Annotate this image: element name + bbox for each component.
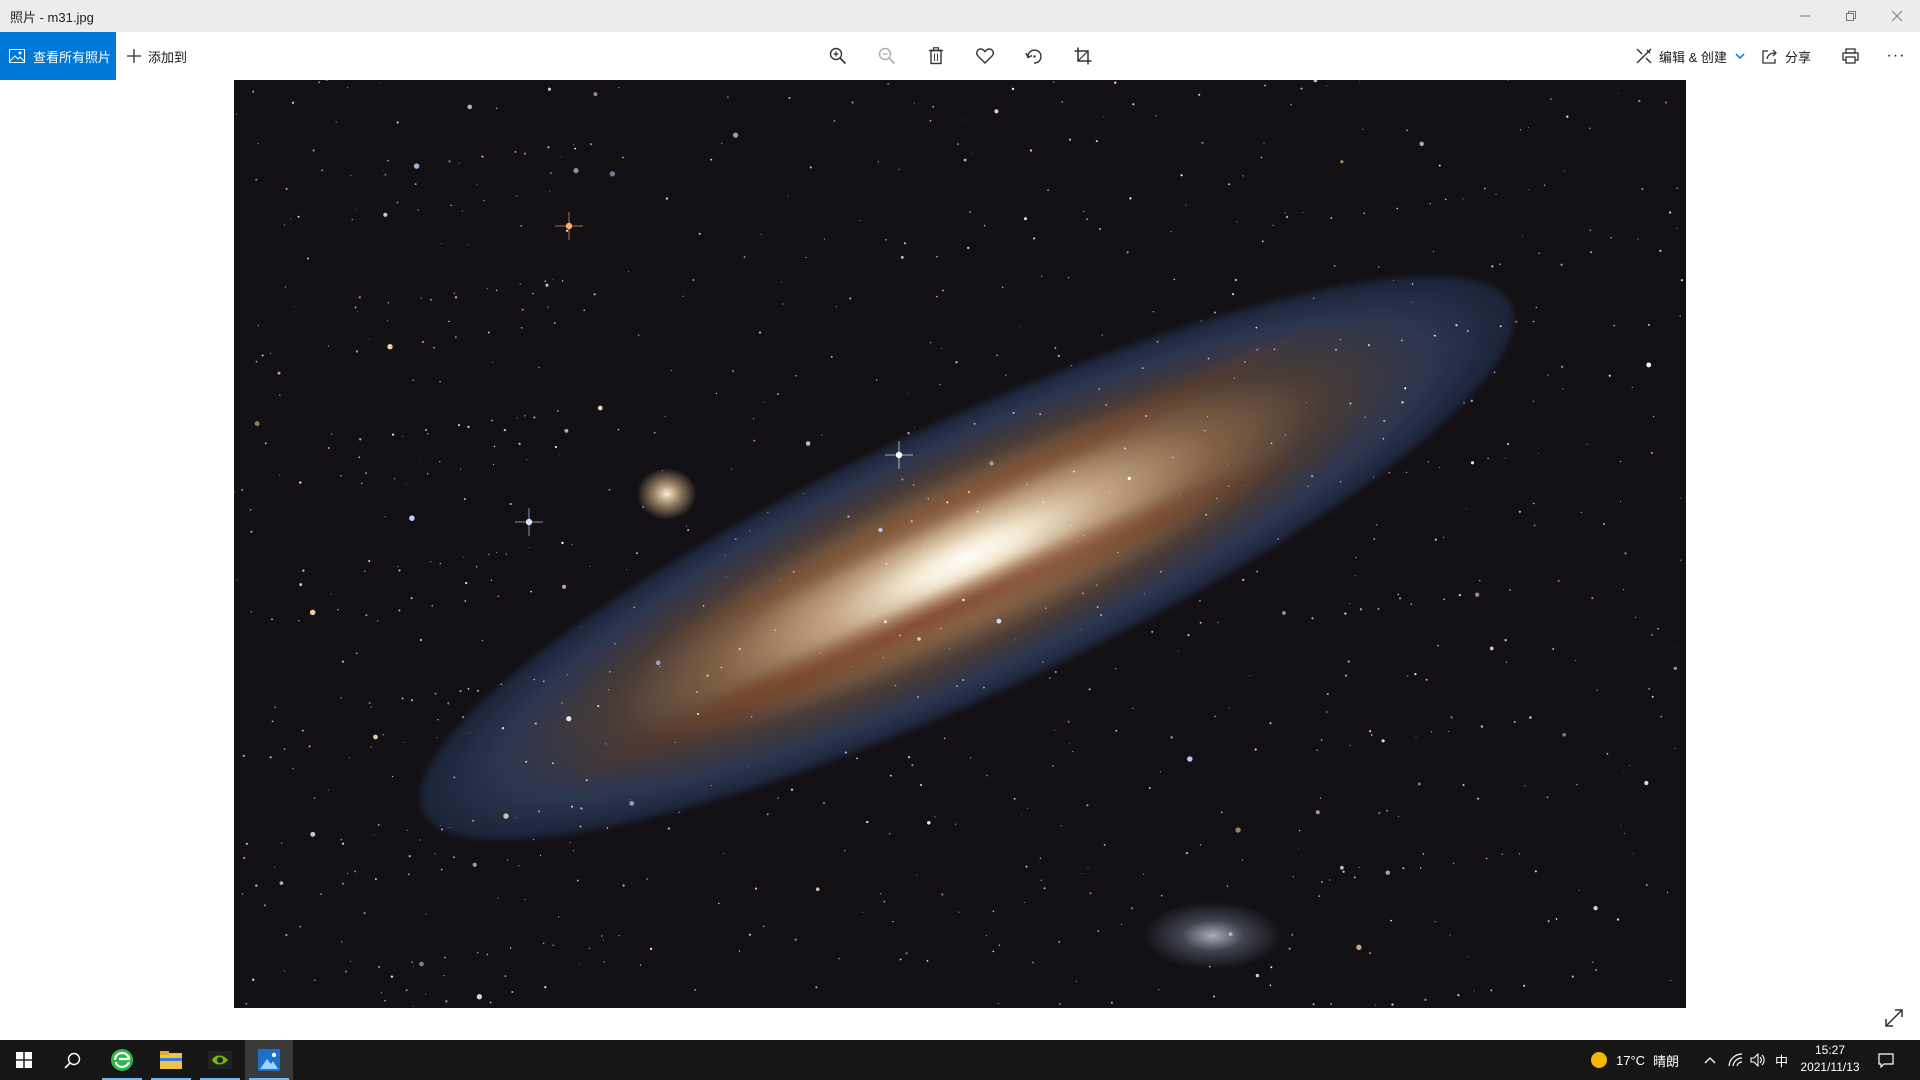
restore-icon bbox=[1846, 11, 1856, 21]
taskbar-browser[interactable] bbox=[98, 1040, 146, 1080]
add-to-label: 添加到 bbox=[148, 49, 188, 65]
clock-time: 15:27 bbox=[1814, 1043, 1846, 1057]
share-icon bbox=[1762, 49, 1777, 64]
weather-widget[interactable]: 17°C 晴朗 bbox=[1590, 1040, 1679, 1080]
wifi-icon bbox=[1728, 1053, 1743, 1067]
plus-icon bbox=[127, 49, 141, 63]
image-tools bbox=[813, 32, 1107, 80]
speaker-icon bbox=[1750, 1053, 1765, 1067]
network-button[interactable] bbox=[1728, 1040, 1744, 1080]
zoom-in-button[interactable] bbox=[813, 32, 862, 80]
close-icon bbox=[1892, 11, 1902, 21]
notification-icon bbox=[1878, 1052, 1894, 1068]
taskbar-search-button[interactable] bbox=[48, 1040, 96, 1080]
share-label: 分享 bbox=[1785, 49, 1812, 65]
photos-icon bbox=[258, 1049, 280, 1071]
print-icon bbox=[1841, 48, 1859, 64]
edit-create-icon bbox=[1636, 48, 1652, 64]
zoom-in-icon bbox=[829, 47, 846, 65]
weather-desc: 晴朗 bbox=[1653, 1053, 1680, 1069]
taskbar-file-explorer[interactable] bbox=[147, 1040, 195, 1080]
chevron-down-icon bbox=[1735, 53, 1745, 59]
photo-icon bbox=[9, 49, 25, 63]
start-button[interactable] bbox=[0, 1040, 48, 1080]
view-all-photos-label: 查看所有照片 bbox=[33, 49, 112, 65]
clock[interactable]: 15:27 2021/11/13 bbox=[1790, 1042, 1870, 1076]
minimize-icon bbox=[1800, 15, 1810, 17]
zoom-out-button[interactable] bbox=[862, 32, 911, 80]
crop-button[interactable] bbox=[1058, 32, 1107, 80]
action-center-button[interactable] bbox=[1878, 1040, 1894, 1080]
ime-indicator: 中 bbox=[1775, 1053, 1789, 1069]
edit-create-label: 编辑 & 创建 bbox=[1659, 49, 1727, 65]
favorite-button[interactable] bbox=[960, 32, 1009, 80]
rotate-icon bbox=[1024, 49, 1042, 64]
crop-icon bbox=[1074, 47, 1091, 65]
expand-icon bbox=[1885, 1009, 1903, 1027]
view-all-photos-button[interactable]: 查看所有照片 bbox=[0, 32, 116, 80]
fullscreen-button[interactable] bbox=[1880, 1004, 1908, 1032]
photo-viewer-image[interactable] bbox=[234, 80, 1686, 1008]
browser-icon bbox=[111, 1049, 133, 1071]
minimize-button[interactable] bbox=[1782, 0, 1828, 32]
favorite-icon bbox=[975, 48, 994, 64]
close-button[interactable] bbox=[1874, 0, 1920, 32]
title-bar: 照片 - m31.jpg bbox=[0, 0, 1920, 32]
input-method-button[interactable]: 中 bbox=[1775, 1040, 1788, 1080]
taskbar-photos[interactable] bbox=[245, 1040, 293, 1080]
more-options-button[interactable]: ··· bbox=[1882, 32, 1910, 80]
share-button[interactable]: 分享 bbox=[1762, 32, 1811, 80]
edit-create-button[interactable]: 编辑 & 创建 bbox=[1636, 32, 1745, 80]
zoom-out-icon bbox=[878, 47, 895, 65]
window-title: 照片 - m31.jpg bbox=[10, 9, 94, 25]
search-icon bbox=[63, 1052, 80, 1069]
file-explorer-icon bbox=[160, 1051, 182, 1069]
chevron-up-icon bbox=[1704, 1057, 1716, 1064]
add-to-button[interactable]: 添加到 bbox=[126, 32, 187, 80]
delete-icon bbox=[928, 47, 943, 65]
toolbar: 查看所有照片 添加到 编辑 & 创建 分享 ··· bbox=[0, 32, 1920, 80]
print-button[interactable] bbox=[1838, 32, 1862, 80]
sun-icon bbox=[1591, 1052, 1607, 1068]
more-options-label: ··· bbox=[1886, 47, 1906, 64]
taskbar: 17°C 晴朗 中 15:27 2021/11/13 bbox=[0, 1040, 1920, 1080]
starfield bbox=[234, 80, 1683, 1007]
clock-date: 2021/11/13 bbox=[1800, 1060, 1860, 1074]
rotate-button[interactable] bbox=[1009, 32, 1058, 80]
delete-button[interactable] bbox=[911, 32, 960, 80]
nvidia-icon bbox=[208, 1051, 232, 1069]
show-hidden-icons-button[interactable] bbox=[1704, 1040, 1716, 1080]
volume-button[interactable] bbox=[1750, 1040, 1766, 1080]
weather-temp: 17°C bbox=[1616, 1052, 1646, 1068]
window-controls bbox=[1782, 0, 1920, 32]
restore-button[interactable] bbox=[1828, 0, 1874, 32]
taskbar-nvidia[interactable] bbox=[196, 1040, 244, 1080]
start-icon bbox=[16, 1052, 32, 1068]
